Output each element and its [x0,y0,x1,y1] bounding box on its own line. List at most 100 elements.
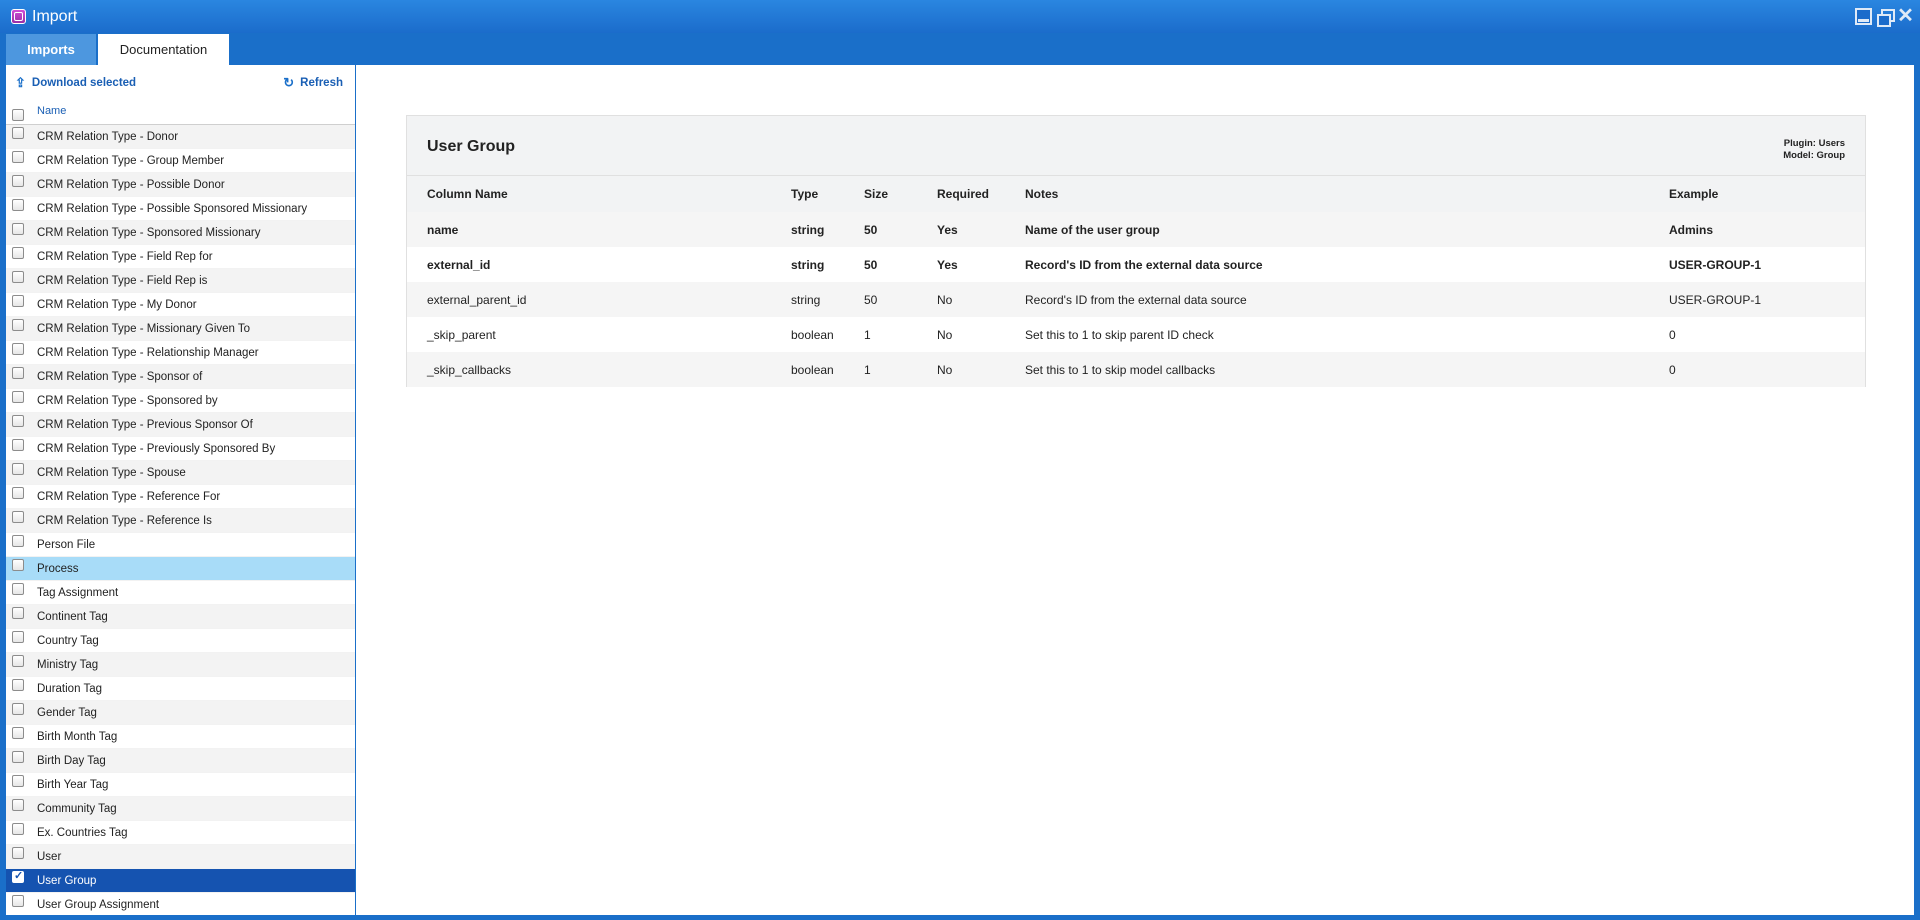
row-checkbox[interactable] [12,151,24,163]
list-item[interactable]: CRM Relation Type - Previously Sponsored… [6,437,355,461]
download-selected-label: Download selected [31,77,137,89]
list-item[interactable]: CRM Relation Type - Possible Sponsored M… [6,197,355,221]
row-checkbox[interactable] [12,727,24,739]
row-checkbox[interactable] [12,799,24,811]
download-selected-button[interactable]: ⇪ Download selected [15,75,136,91]
row-checkbox[interactable] [12,775,24,787]
row-checkbox[interactable] [12,199,24,211]
cell-size: 1 [864,327,871,342]
list-header: Name [6,97,355,125]
list-item[interactable]: CRM Relation Type - Sponsored Missionary [6,221,355,245]
row-checkbox[interactable] [12,343,24,355]
row-checkbox[interactable] [12,703,24,715]
tab-imports[interactable]: Imports [6,34,96,65]
table-row: _skip_callbacks boolean 1 No Set this to 1 t… [407,352,1865,387]
refresh-button[interactable]: ↻ Refresh [283,75,343,91]
list-item-label: CRM Relation Type - Previous Sponsor Of [37,418,253,431]
row-checkbox[interactable] [12,823,24,835]
select-all-checkbox[interactable] [12,108,24,121]
list-item[interactable]: Process [6,557,355,581]
row-checkbox[interactable] [12,631,24,643]
row-checkbox[interactable] [12,559,24,571]
list-item[interactable]: Birth Year Tag [6,773,355,797]
list-item-label: CRM Relation Type - Reference Is [37,514,212,527]
list-item[interactable]: User Group [6,869,355,893]
refresh-icon: ↻ [283,75,295,90]
list-item[interactable]: User Group Assignment [6,893,355,915]
list-item[interactable]: Birth Month Tag [6,725,355,749]
row-checkbox[interactable] [12,679,24,691]
list-item[interactable]: User [6,845,355,869]
row-checkbox[interactable] [12,655,24,667]
list-item[interactable]: CRM Relation Type - Reference Is [6,509,355,533]
minimize-icon[interactable] [1855,8,1872,25]
list-item[interactable]: Duration Tag [6,677,355,701]
list-item[interactable]: Birth Day Tag [6,749,355,773]
row-checkbox[interactable] [12,535,24,547]
cell-type: boolean [791,362,834,377]
list-item[interactable]: CRM Relation Type - Previous Sponsor Of [6,413,355,437]
cell-type: boolean [791,327,834,342]
list-item[interactable]: CRM Relation Type - Relationship Manager [6,341,355,365]
row-checkbox[interactable] [12,607,24,619]
list-item[interactable]: CRM Relation Type - Missionary Given To [6,317,355,341]
list-item[interactable]: CRM Relation Type - My Donor [6,293,355,317]
list-item-label: CRM Relation Type - Spouse [37,466,186,479]
list-item[interactable]: Community Tag [6,797,355,821]
row-checkbox[interactable] [12,895,24,907]
row-checkbox[interactable] [12,367,24,379]
cell-example: Admins [1669,222,1714,237]
list-item[interactable]: Tag Assignment [6,581,355,605]
row-checkbox[interactable] [12,391,24,403]
row-checkbox[interactable] [12,487,24,499]
list-item[interactable]: Person File [6,533,355,557]
name-column-header[interactable]: Name [37,105,66,117]
app-icon [11,9,26,24]
list-item-label: Community Tag [37,802,117,815]
list-item[interactable]: Country Tag [6,629,355,653]
list-item-label: CRM Relation Type - Relationship Manager [37,346,259,359]
list-item[interactable]: CRM Relation Type - Sponsored by [6,389,355,413]
row-checkbox[interactable] [12,295,24,307]
col-header-column-name: Column Name [407,176,771,212]
list-item[interactable]: CRM Relation Type - Reference For [6,485,355,509]
list-item[interactable]: CRM Relation Type - Possible Donor [6,173,355,197]
row-checkbox[interactable] [12,511,24,523]
list-item[interactable]: Continent Tag [6,605,355,629]
list-item-label: CRM Relation Type - Group Member [37,154,225,167]
row-checkbox[interactable] [12,439,24,451]
row-checkbox[interactable] [12,247,24,259]
list-item[interactable]: CRM Relation Type - Spouse [6,461,355,485]
cell-type: string [791,292,821,307]
list-item[interactable]: CRM Relation Type - Group Member [6,149,355,173]
row-checkbox[interactable] [12,319,24,331]
list-item[interactable]: CRM Relation Type - Sponsor of [6,365,355,389]
row-checkbox[interactable] [12,583,24,595]
list-item[interactable]: CRM Relation Type - Field Rep for [6,245,355,269]
table-row: _skip_parent boolean 1 No Set this to 1 to s… [407,317,1865,352]
cell-name: name [427,222,459,237]
row-checkbox[interactable] [12,271,24,283]
row-checkbox[interactable] [12,463,24,475]
list-item-label: CRM Relation Type - Missionary Given To [37,322,251,335]
list-item[interactable]: CRM Relation Type - Donor [6,125,355,149]
row-checkbox[interactable] [12,847,24,859]
title-bar: Import ✕ [0,0,1920,33]
list-item[interactable]: Ministry Tag [6,653,355,677]
list-item-label: CRM Relation Type - Sponsored by [37,394,218,407]
restore-icon[interactable] [1876,8,1895,27]
row-checkbox[interactable] [12,415,24,427]
list-item[interactable]: Gender Tag [6,701,355,725]
row-checkbox[interactable] [12,751,24,763]
row-checkbox[interactable] [12,175,24,187]
doc-table: Column Name Type Size Required Notes Exa… [407,176,1865,387]
list-item-label: Process [37,562,79,575]
list-item[interactable]: CRM Relation Type - Field Rep is [6,269,355,293]
close-icon[interactable]: ✕ [1897,6,1914,26]
row-checkbox[interactable] [12,869,24,883]
row-checkbox[interactable] [12,223,24,235]
tab-documentation[interactable]: Documentation [98,34,229,65]
list-item[interactable]: Ex. Countries Tag [6,821,355,845]
row-checkbox[interactable] [12,127,24,139]
cell-notes: Name of the user group [1025,222,1160,237]
